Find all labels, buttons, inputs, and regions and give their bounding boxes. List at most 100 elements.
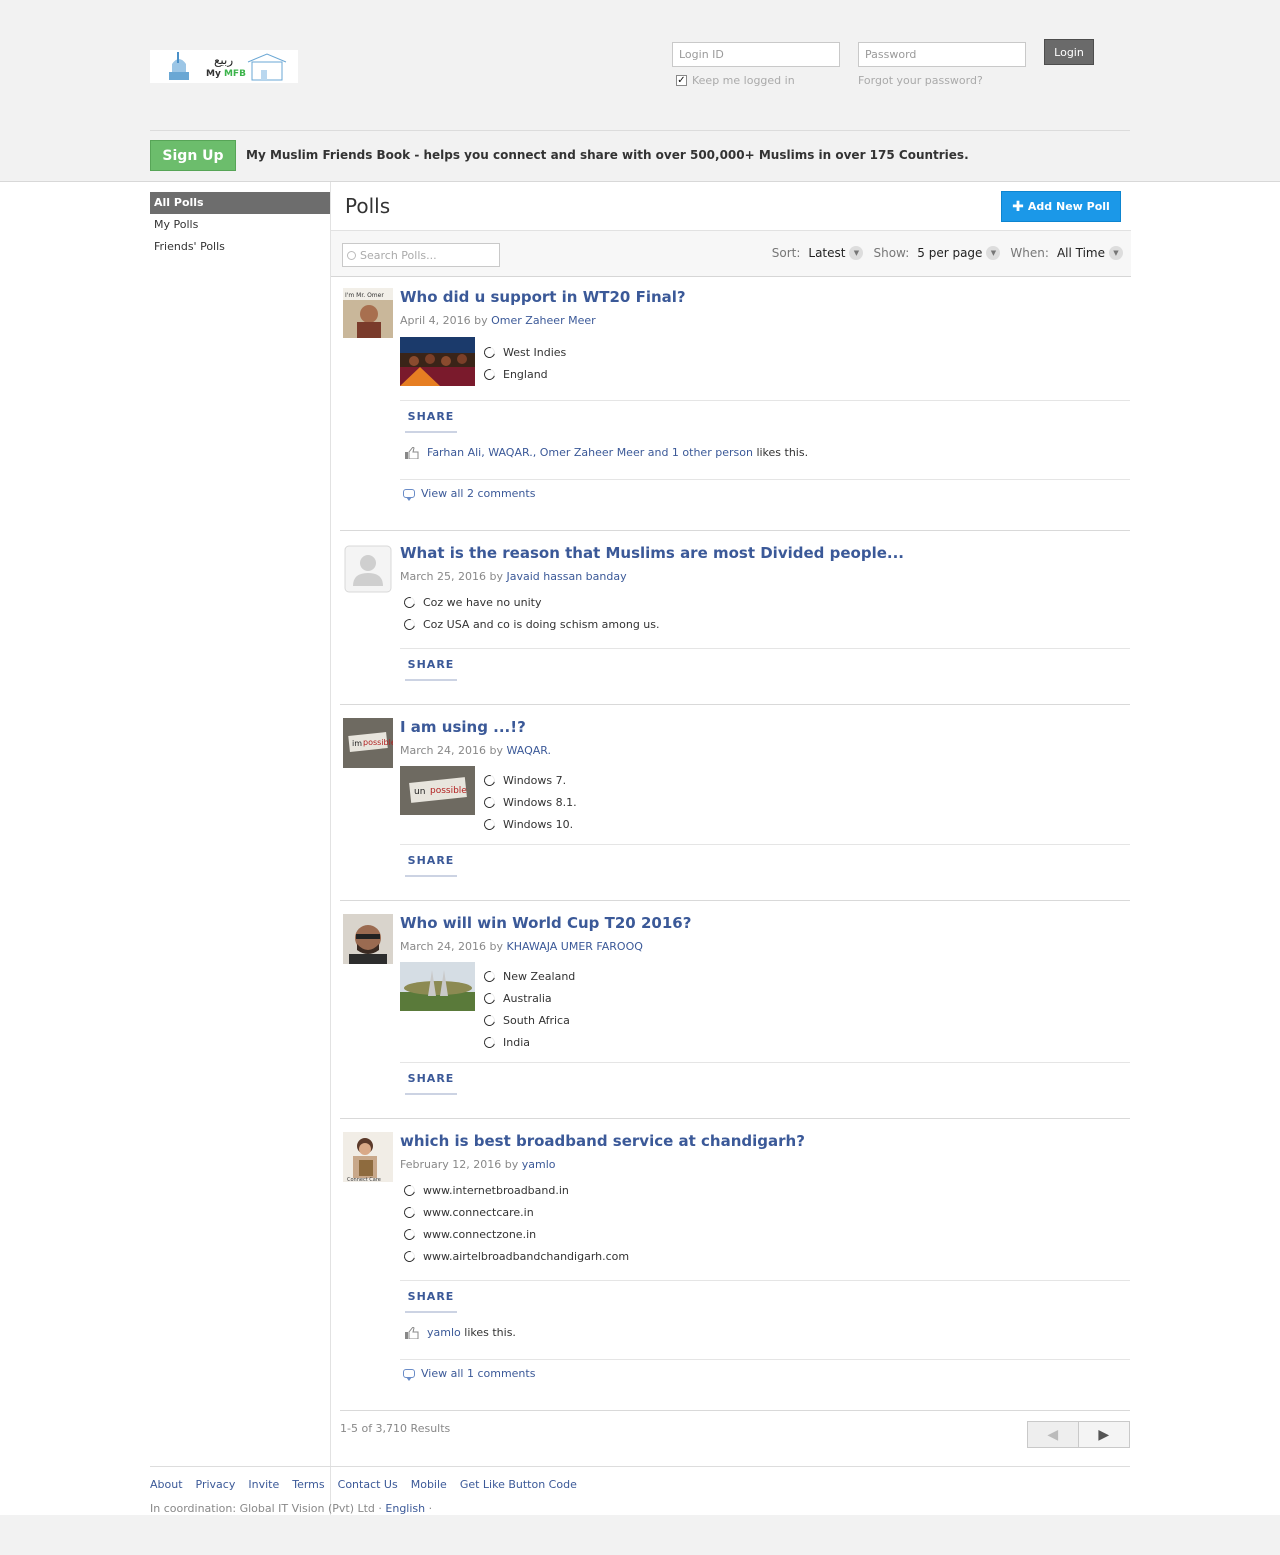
radio-icon[interactable] bbox=[481, 1012, 498, 1028]
pagination: ◀ ▶ bbox=[1027, 1421, 1130, 1448]
language-link[interactable]: English bbox=[385, 1502, 425, 1515]
poll-option[interactable]: Coz we have no unity bbox=[401, 591, 660, 613]
share-button[interactable]: SHARE bbox=[405, 1282, 457, 1313]
chevron-down-icon[interactable]: ▼ bbox=[986, 246, 1001, 260]
radio-icon[interactable] bbox=[481, 1034, 498, 1050]
share-button[interactable]: SHARE bbox=[405, 402, 457, 433]
author-link[interactable]: Omer Zaheer Meer bbox=[491, 314, 596, 327]
radio-icon[interactable] bbox=[481, 366, 498, 382]
poll-option[interactable]: www.connectzone.in bbox=[401, 1223, 629, 1245]
add-new-poll-button[interactable]: ✚ Add New Poll bbox=[1001, 191, 1121, 222]
footer-link-privacy[interactable]: Privacy bbox=[196, 1478, 236, 1491]
password-input[interactable] bbox=[858, 42, 1026, 67]
poll-meta: February 12, 2016 by yamlo bbox=[400, 1158, 556, 1171]
chevron-down-icon[interactable]: ▼ bbox=[849, 246, 864, 260]
sidebar-item-my-polls[interactable]: My Polls bbox=[150, 214, 330, 236]
poll-option[interactable]: New Zealand bbox=[481, 965, 575, 987]
search-box[interactable] bbox=[342, 243, 500, 267]
radio-icon[interactable] bbox=[481, 816, 498, 832]
footer-link-terms[interactable]: Terms bbox=[292, 1478, 324, 1491]
author-link[interactable]: KHAWAJA UMER FAROOQ bbox=[507, 940, 643, 953]
poll-item: I'm Mr. Omer Who did u support in WT20 F… bbox=[340, 288, 1130, 518]
radio-icon[interactable] bbox=[481, 344, 498, 360]
radio-icon[interactable] bbox=[401, 594, 418, 610]
chevron-down-icon[interactable]: ▼ bbox=[1109, 246, 1123, 260]
likes-summary: yamlo likes this. bbox=[405, 1325, 516, 1339]
filter-controls: Sort: Latest ▼ Show: 5 per page ▼ When: … bbox=[772, 246, 1123, 260]
footer-link-contact-us[interactable]: Contact Us bbox=[338, 1478, 398, 1491]
search-polls-input[interactable] bbox=[360, 248, 490, 262]
signup-button[interactable]: Sign Up bbox=[150, 140, 236, 171]
footer-link-invite[interactable]: Invite bbox=[248, 1478, 279, 1491]
avatar[interactable] bbox=[343, 914, 393, 964]
sidebar-item-all-polls[interactable]: All Polls bbox=[150, 192, 330, 214]
sort-select[interactable]: Latest bbox=[808, 246, 845, 260]
footer-link-about[interactable]: About bbox=[150, 1478, 183, 1491]
poll-meta: April 4, 2016 by Omer Zaheer Meer bbox=[400, 314, 596, 327]
show-select[interactable]: 5 per page bbox=[917, 246, 982, 260]
likers-link[interactable]: yamlo bbox=[427, 1326, 461, 1339]
poll-option[interactable]: Windows 7. bbox=[481, 769, 577, 791]
keep-logged-in[interactable]: ✓ Keep me logged in bbox=[676, 74, 795, 87]
avatar[interactable]: Connect Care bbox=[343, 1132, 393, 1182]
radio-icon[interactable] bbox=[401, 1204, 418, 1220]
author-link[interactable]: WAQAR. bbox=[507, 744, 552, 757]
when-select[interactable]: All Time bbox=[1057, 246, 1105, 260]
poll-title[interactable]: which is best broadband service at chand… bbox=[400, 1132, 805, 1150]
poll-option[interactable]: Australia bbox=[481, 987, 575, 1009]
poll-option[interactable]: India bbox=[481, 1031, 575, 1053]
radio-icon[interactable] bbox=[481, 794, 498, 810]
share-button[interactable]: SHARE bbox=[405, 1064, 457, 1095]
avatar[interactable] bbox=[343, 544, 393, 594]
thumbs-up-icon bbox=[405, 445, 419, 459]
avatar[interactable]: im possible bbox=[343, 718, 393, 768]
login-id-input[interactable] bbox=[672, 42, 840, 67]
svg-text:un: un bbox=[414, 787, 425, 797]
poll-option[interactable]: Windows 8.1. bbox=[481, 791, 577, 813]
likers-link[interactable]: Farhan Ali, WAQAR., Omer Zaheer Meer and… bbox=[427, 446, 753, 459]
keep-logged-in-checkbox[interactable]: ✓ bbox=[676, 75, 687, 86]
poll-divider bbox=[400, 1280, 1130, 1281]
login-button[interactable]: Login bbox=[1044, 39, 1094, 65]
poll-title[interactable]: I am using ...!? bbox=[400, 718, 526, 736]
poll-option[interactable]: www.connectcare.in bbox=[401, 1201, 629, 1223]
radio-icon[interactable] bbox=[401, 1248, 418, 1264]
poll-option[interactable]: Coz USA and co is doing schism among us. bbox=[401, 613, 660, 635]
poll-title[interactable]: Who will win World Cup T20 2016? bbox=[400, 914, 691, 932]
comment-icon bbox=[403, 1369, 415, 1381]
view-comments-link[interactable]: View all 2 comments bbox=[403, 487, 535, 501]
forgot-password-link[interactable]: Forgot your password? bbox=[858, 74, 983, 87]
poll-option[interactable]: South Africa bbox=[481, 1009, 575, 1031]
poll-option[interactable]: West Indies bbox=[481, 341, 566, 363]
previous-page-button[interactable]: ◀ bbox=[1028, 1422, 1079, 1447]
radio-icon[interactable] bbox=[401, 616, 418, 632]
radio-icon[interactable] bbox=[401, 1182, 418, 1198]
site-logo[interactable]: ربيع My MFB bbox=[150, 50, 298, 83]
author-link[interactable]: Javaid hassan banday bbox=[507, 570, 627, 583]
radio-icon[interactable] bbox=[481, 772, 498, 788]
radio-icon[interactable] bbox=[481, 968, 498, 984]
poll-title[interactable]: Who did u support in WT20 Final? bbox=[400, 288, 686, 306]
poll-separator bbox=[340, 530, 1130, 531]
footer-links: About Privacy Invite Terms Contact Us Mo… bbox=[150, 1478, 577, 1491]
share-button[interactable]: SHARE bbox=[405, 846, 457, 877]
poll-option[interactable]: England bbox=[481, 363, 566, 385]
radio-icon[interactable] bbox=[401, 1226, 418, 1242]
poll-option[interactable]: www.airtelbroadbandchandigarh.com bbox=[401, 1245, 629, 1267]
sidebar-item-friends-polls[interactable]: Friends' Polls bbox=[150, 236, 330, 258]
poll-option[interactable]: www.internetbroadband.in bbox=[401, 1179, 629, 1201]
share-button[interactable]: SHARE bbox=[405, 650, 457, 681]
radio-icon[interactable] bbox=[481, 990, 498, 1006]
next-page-button[interactable]: ▶ bbox=[1078, 1422, 1129, 1447]
avatar[interactable]: I'm Mr. Omer bbox=[343, 288, 393, 338]
poll-divider bbox=[400, 1062, 1130, 1063]
footer-link-like-button-code[interactable]: Get Like Button Code bbox=[460, 1478, 577, 1491]
add-new-poll-label: Add New Poll bbox=[1027, 200, 1110, 213]
footer-link-mobile[interactable]: Mobile bbox=[411, 1478, 447, 1491]
poll-title[interactable]: What is the reason that Muslims are most… bbox=[400, 544, 904, 562]
poll-image bbox=[400, 962, 475, 1011]
poll-options: Coz we have no unity Coz USA and co is d… bbox=[401, 591, 660, 635]
view-comments-link[interactable]: View all 1 comments bbox=[403, 1367, 535, 1381]
poll-option[interactable]: Windows 10. bbox=[481, 813, 577, 835]
author-link[interactable]: yamlo bbox=[522, 1158, 556, 1171]
